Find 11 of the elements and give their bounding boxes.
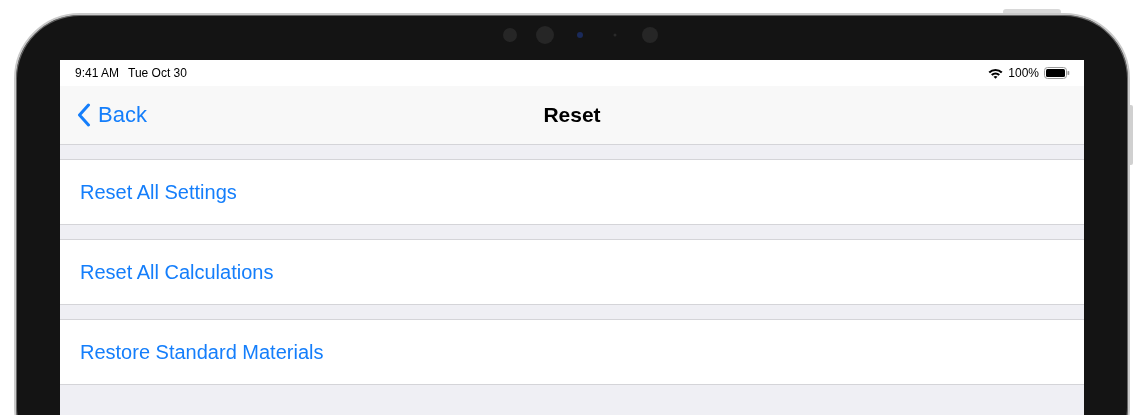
chevron-left-icon bbox=[77, 103, 91, 127]
list-row[interactable]: Restore Standard Materials bbox=[60, 319, 1084, 385]
wifi-icon bbox=[988, 67, 1004, 79]
nav-title: Reset bbox=[543, 103, 601, 127]
list-row[interactable]: Reset All Settings bbox=[60, 159, 1084, 225]
battery-percentage: 100% bbox=[1008, 66, 1039, 80]
back-button[interactable]: Back bbox=[60, 102, 147, 128]
list-row[interactable]: Reset All Calculations bbox=[60, 239, 1084, 305]
status-date: Tue Oct 30 bbox=[128, 66, 187, 80]
battery-icon bbox=[1044, 67, 1070, 79]
status-time: 9:41 AM bbox=[75, 66, 120, 80]
